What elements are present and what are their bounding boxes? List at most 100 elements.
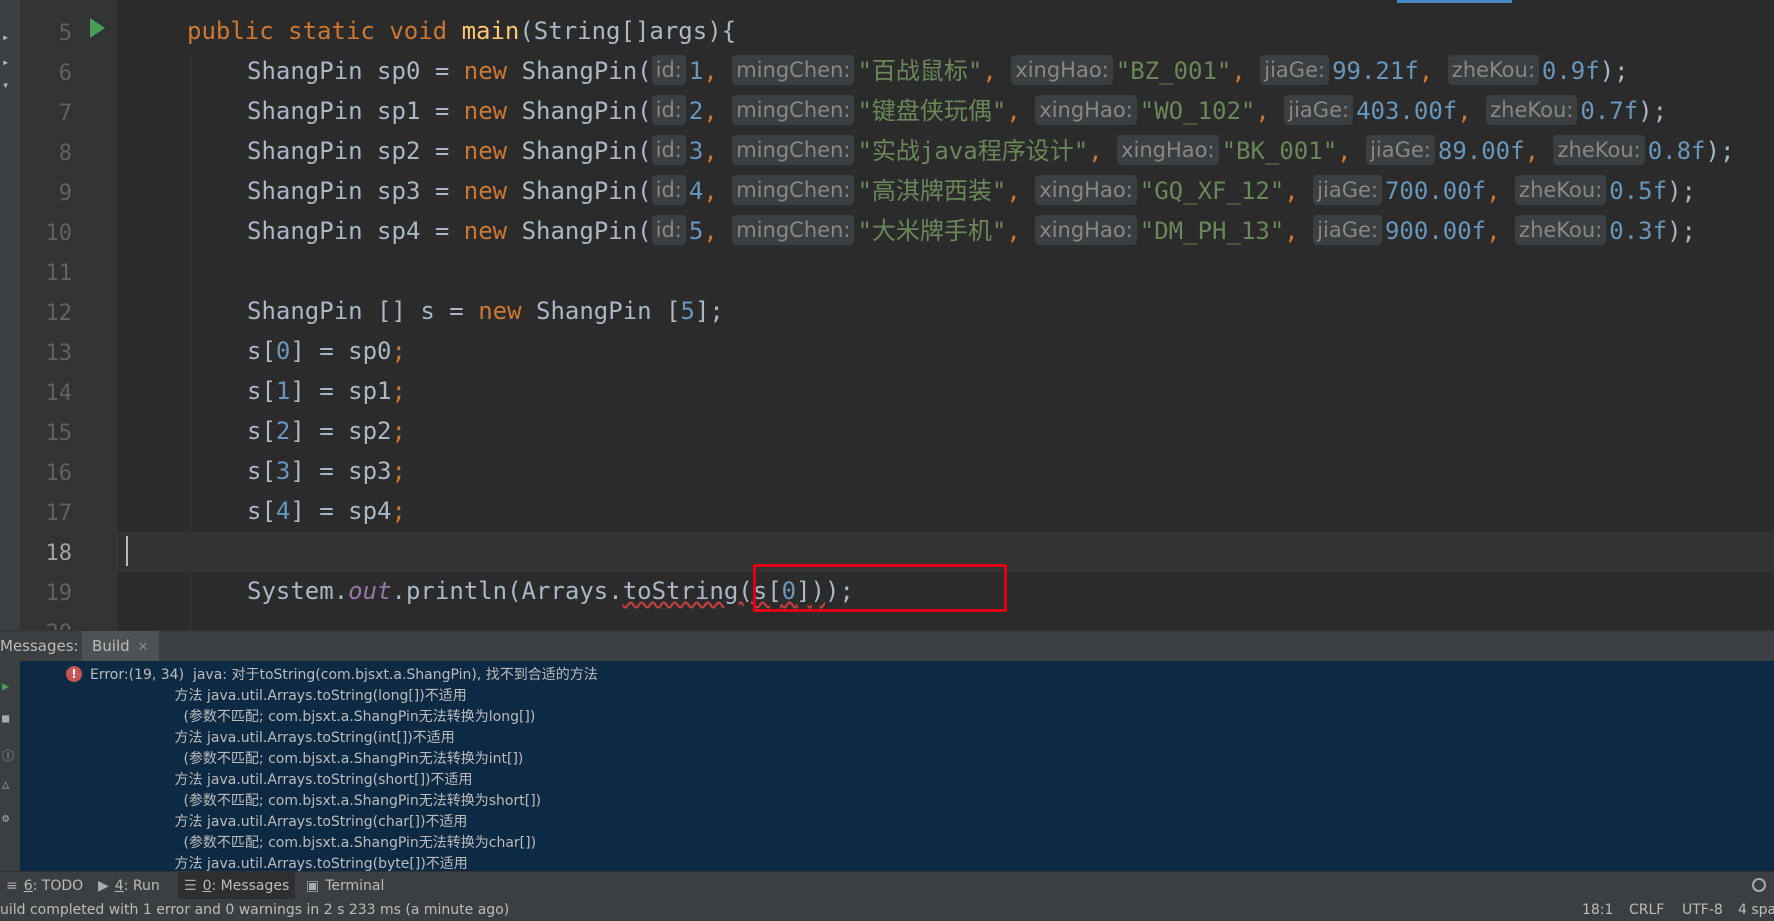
code-text: , — [1486, 217, 1501, 245]
tab-build[interactable]: Build ✕ — [82, 631, 159, 661]
tab-mnemonic: 6 — [23, 878, 33, 894]
string-literal: "实战java程序设计" — [857, 137, 1089, 165]
param-hint: mingChen: — [732, 55, 855, 85]
messages-output[interactable]: ! Error:(19, 34) java: 对于toString(com.bj… — [20, 661, 1774, 871]
tab-run[interactable]: ▶ 4: Run — [92, 872, 166, 900]
code-text: , — [1284, 177, 1299, 205]
variable: sp0 — [348, 337, 392, 365]
code-text: , — [703, 177, 718, 205]
line-number: 19 — [45, 581, 73, 606]
code-text: ( — [637, 97, 652, 125]
type-name: ShangPin — [521, 177, 638, 205]
line-number: 15 — [45, 421, 73, 446]
method-name: main — [461, 17, 520, 45]
tab-messages[interactable]: ☰ 0: Messages — [178, 872, 296, 900]
code-editor[interactable]: public static void main(String[]args){ S… — [117, 0, 1774, 630]
collapse-icon[interactable]: ▾ — [2, 78, 9, 92]
code-text: ] = — [290, 497, 349, 525]
variable: sp3 — [348, 457, 392, 485]
number-literal: 900.00f — [1384, 217, 1487, 245]
line-number: 14 — [45, 381, 73, 406]
file-encoding[interactable]: UTF-8 — [1682, 899, 1723, 921]
code-text: = — [420, 177, 464, 205]
code-text: , — [1231, 57, 1246, 85]
keyword: new — [463, 217, 508, 245]
param-hint: mingChen: — [732, 95, 855, 125]
settings-icon[interactable]: ⚙ — [2, 811, 16, 825]
status-bar: uild completed with 1 error and 0 warnin… — [0, 899, 1774, 921]
rerun-icon[interactable]: ▶ — [2, 679, 16, 693]
code-text: s[ — [247, 497, 276, 525]
code-text: ); — [1667, 177, 1696, 205]
code-text: ] = — [290, 337, 349, 365]
line-number: 11 — [45, 261, 73, 286]
number-literal: 403.00f — [1356, 97, 1458, 125]
code-text: ShangPin [] s = — [247, 297, 479, 325]
keyword: new — [463, 177, 508, 205]
code-text: = — [420, 137, 464, 165]
event-log-icon[interactable] — [1752, 878, 1766, 892]
code-text: = — [420, 217, 464, 245]
line-number: 12 — [45, 301, 73, 326]
caret-position[interactable]: 18:1 — [1582, 899, 1613, 921]
type-name: ShangPin — [247, 97, 363, 125]
code-text: ShangPin [ — [521, 297, 681, 325]
param-hint: id: — [651, 175, 686, 205]
run-main-icon[interactable] — [90, 18, 105, 38]
code-text: s[ — [247, 377, 276, 405]
code-text: ; — [391, 337, 406, 365]
variable: sp0 — [377, 57, 421, 85]
code-text: s[ — [247, 417, 276, 445]
line-number: 9 — [58, 181, 72, 206]
run-icon: ▶ — [98, 878, 109, 894]
type-name: ShangPin — [247, 177, 363, 205]
code-line-12: ShangPin [] s = new ShangPin [5]; — [247, 291, 724, 331]
tab-build-label: Build — [92, 637, 130, 655]
stop-icon[interactable]: ■ — [2, 711, 16, 725]
active-tab-indicator — [1397, 0, 1512, 3]
build-status-message[interactable]: uild completed with 1 error and 0 warnin… — [0, 899, 509, 921]
close-icon[interactable]: ✕ — [138, 640, 149, 655]
keyword: static — [288, 17, 375, 45]
code-line-13: s[0] = sp0; — [247, 331, 406, 371]
structure-icon[interactable]: ▸ — [2, 30, 9, 44]
message-line: 方法 java.util.Arrays.toString(char[])不适用 — [90, 814, 468, 830]
number-literal: 2 — [688, 97, 704, 125]
param-hint: mingChen: — [732, 135, 855, 165]
number-literal: 1 — [688, 57, 704, 85]
code-text: ; — [391, 417, 406, 445]
code-text: , — [982, 57, 997, 85]
variable: sp1 — [348, 377, 392, 405]
code-text: ( — [637, 57, 652, 85]
string-literal: "大米牌手机" — [857, 217, 1007, 245]
code-line-15: s[2] = sp2; — [247, 411, 406, 451]
tab-terminal[interactable]: ▣ Terminal — [300, 872, 390, 900]
code-text: , — [703, 137, 718, 165]
favorites-icon[interactable]: ▸ — [2, 55, 9, 69]
string-literal: "高淇牌西装" — [857, 177, 1007, 205]
tab-todo[interactable]: ≡ 6: TODO — [0, 872, 89, 900]
code-text: , — [1088, 137, 1103, 165]
param-hint: xingHao: — [1011, 55, 1113, 85]
code-text: ( — [637, 137, 652, 165]
number-literal: 3 — [275, 457, 291, 485]
tab-label: : Messages — [211, 878, 290, 894]
param-hint: zheKou: — [1447, 55, 1539, 85]
number-literal: 4 — [688, 177, 704, 205]
variable: sp2 — [377, 137, 421, 165]
string-literal: "百战鼠标" — [857, 57, 983, 85]
warning-filter-icon[interactable]: △ — [2, 777, 16, 791]
code-text: ; — [391, 457, 406, 485]
code-line-17: s[4] = sp4; — [247, 491, 406, 531]
code-text: , — [1337, 137, 1352, 165]
code-text: ( — [637, 217, 652, 245]
string-literal: "GQ_XF_12" — [1139, 177, 1285, 205]
param-hint: xingHao: — [1035, 175, 1137, 205]
indent-setting[interactable]: 4 spa — [1738, 899, 1774, 921]
info-icon[interactable]: ⓘ — [2, 747, 16, 763]
tab-label: Terminal — [325, 878, 385, 894]
type-name: ShangPin — [521, 97, 638, 125]
line-separator[interactable]: CRLF — [1629, 899, 1664, 921]
message-line: (参数不匹配; com.bjsxt.a.ShangPin无法转换为long[]) — [90, 709, 536, 725]
code-text: ] = — [290, 377, 349, 405]
